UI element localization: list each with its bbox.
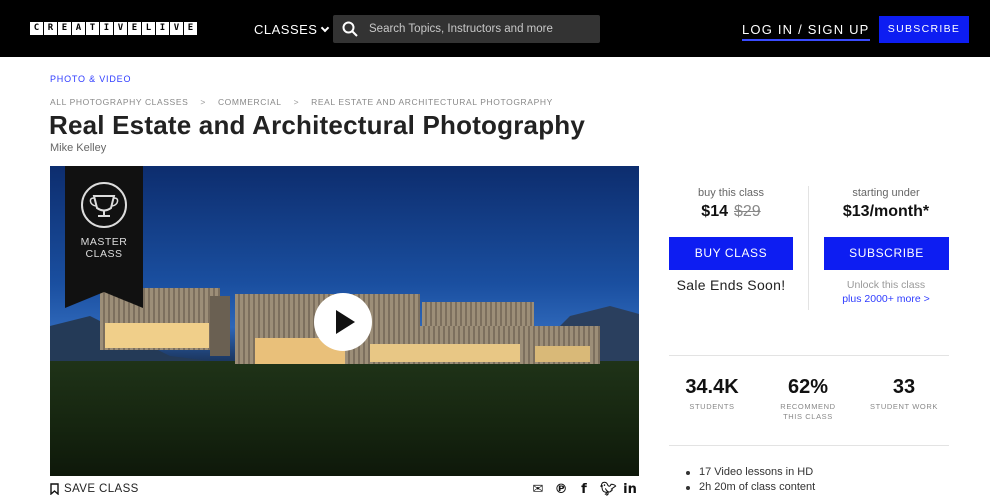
instructor-name[interactable]: Mike Kelley	[50, 142, 106, 154]
breadcrumb-item-commercial[interactable]: COMMERCIAL	[218, 97, 282, 107]
list-item: 2h 20m of class content	[683, 481, 815, 496]
logo-letter: L	[142, 22, 155, 35]
breadcrumb-item-all-photography[interactable]: ALL PHOTOGRAPHY CLASSES	[50, 97, 188, 107]
logo-letter: I	[100, 22, 113, 35]
section-divider	[669, 355, 949, 356]
subscribe-caption: starting under	[852, 187, 920, 199]
lawn	[50, 361, 639, 476]
logo-letter: E	[128, 22, 141, 35]
logo-letter: C	[30, 22, 43, 35]
classes-label: CLASSES	[254, 22, 318, 37]
logo-letter: V	[114, 22, 127, 35]
breadcrumb-item-current[interactable]: REAL ESTATE AND ARCHITECTURAL PHOTOGRAPH…	[311, 97, 553, 107]
original-price: $29	[734, 203, 761, 220]
linkedin-icon[interactable]: in	[623, 482, 637, 497]
logo-letter: A	[72, 22, 85, 35]
save-class-label: SAVE CLASS	[64, 483, 139, 495]
login-signup-link[interactable]: LOG IN / SIGN UP	[742, 22, 870, 41]
logo-letter: E	[58, 22, 71, 35]
stat-label: STUDENTS	[689, 402, 735, 411]
subscribe-button[interactable]: SUBSCRIBE	[824, 237, 949, 270]
subscribe-header-button[interactable]: SUBSCRIBE	[879, 16, 969, 43]
subscribe-section: starting under $13/month*	[823, 187, 949, 221]
save-class-button[interactable]: SAVE CLASS	[50, 483, 139, 495]
trophy-icon	[81, 182, 127, 228]
page-title: Real Estate and Architectural Photograph…	[49, 110, 586, 140]
bookmark-icon	[50, 483, 59, 495]
logo-letter: E	[184, 22, 197, 35]
sale-ends-text: Sale Ends Soon!	[676, 277, 786, 293]
facebook-icon[interactable]: f	[577, 482, 591, 497]
pinterest-icon[interactable]: ℗	[554, 482, 568, 497]
buy-class-button[interactable]: BUY CLASS	[669, 237, 793, 270]
stat-students: 34.4K STUDENTS	[667, 376, 757, 412]
stat-value: 34.4K	[685, 376, 739, 398]
top-navigation-bar: CREATIVELIVE CLASSES LOG IN / SIGN UP SU…	[0, 0, 990, 57]
breadcrumb-separator: >	[200, 97, 206, 107]
logo-letter: V	[170, 22, 183, 35]
twitter-icon[interactable]: 🐦︎	[600, 482, 617, 497]
logo-letter: T	[86, 22, 99, 35]
share-buttons: ✉ ℗ f 🐦︎ in	[531, 482, 637, 497]
search-bar	[333, 15, 600, 43]
buy-price: $14	[701, 203, 728, 220]
search-icon[interactable]	[342, 21, 358, 37]
unlock-text: Unlock this class	[846, 279, 926, 291]
email-icon[interactable]: ✉	[531, 482, 545, 497]
creativelive-logo[interactable]: CREATIVELIVE	[30, 22, 198, 35]
buy-caption: buy this class	[697, 187, 765, 199]
chevron-down-icon	[321, 23, 330, 33]
master-class-badge: MASTER CLASS	[65, 166, 143, 308]
stat-value: 62%	[787, 376, 829, 398]
subscribe-price: $13/month*	[842, 203, 930, 220]
logo-letter: I	[156, 22, 169, 35]
buy-class-section: buy this class $14 $29	[669, 187, 793, 221]
list-item: 17 Video lessons in HD	[683, 466, 815, 481]
classes-menu-button[interactable]: CLASSES	[254, 22, 330, 37]
stat-recommend: 62% RECOMMEND THIS CLASS	[763, 376, 853, 422]
badge-text: MASTER CLASS	[80, 236, 128, 260]
stat-value: 33	[892, 376, 916, 398]
unlock-more-link[interactable]: plus 2000+ more >	[823, 293, 949, 305]
logo-letter: R	[44, 22, 57, 35]
buy-price-row: $14 $29	[669, 203, 793, 221]
stat-student-work: 33 STUDENT WORK	[859, 376, 949, 412]
play-button[interactable]	[314, 293, 372, 351]
class-features-list: 17 Video lessons in HD 2h 20m of class c…	[683, 466, 815, 496]
panel-divider	[808, 186, 809, 310]
stat-label: RECOMMEND THIS CLASS	[780, 402, 836, 421]
breadcrumb-separator: >	[293, 97, 300, 107]
class-video-player[interactable]: MASTER CLASS	[50, 166, 639, 476]
section-divider	[669, 445, 949, 446]
category-link[interactable]: PHOTO & VIDEO	[50, 74, 131, 84]
breadcrumb: ALL PHOTOGRAPHY CLASSES > COMMERCIAL > R…	[50, 97, 553, 107]
stat-label: STUDENT WORK	[870, 402, 938, 411]
search-input[interactable]	[369, 15, 594, 43]
